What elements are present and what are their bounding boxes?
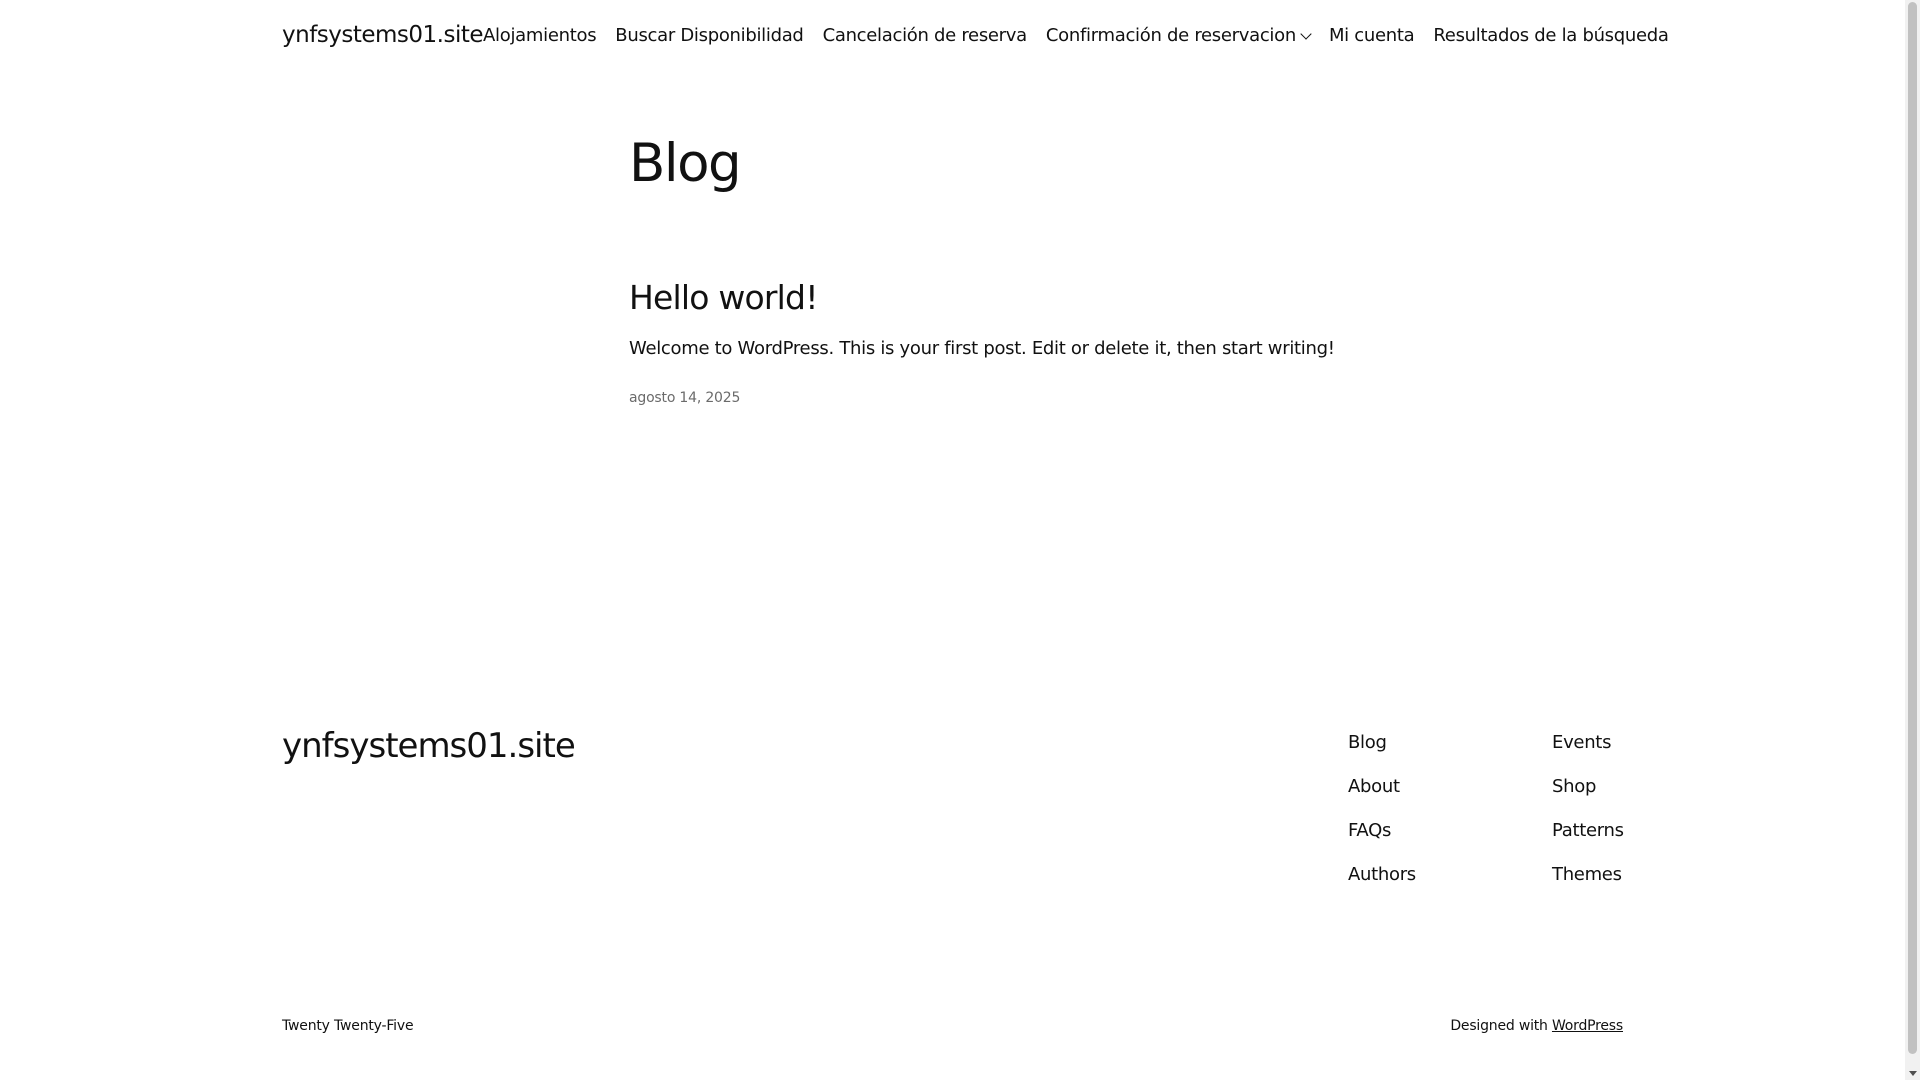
chevron-down-icon[interactable] [1300, 27, 1312, 40]
post-date: agosto 14, 2025 [629, 389, 741, 406]
nav-item-label: Resultados de la búsqueda [1433, 24, 1669, 46]
footer-bottom-bar: Twenty Twenty-Five Designed with WordPre… [282, 1018, 1623, 1034]
nav-item-resultados-de-la-busqueda[interactable]: Resultados de la búsqueda [1433, 24, 1669, 46]
theme-name: Twenty Twenty-Five [282, 1018, 414, 1034]
wordpress-credit-link[interactable]: WordPress [1552, 1018, 1623, 1034]
site-header: ynfsystems01.site Alojamientos Buscar Di… [282, 0, 1669, 70]
footer-nav-column-1: Blog About FAQs Authors [1348, 730, 1416, 906]
nav-item-label: Confirmación de reservacion [1045, 24, 1296, 46]
scroll-down-arrow-icon[interactable] [1909, 1071, 1917, 1076]
nav-item-label: Alojamientos [483, 24, 597, 46]
footer-link-authors[interactable]: Authors [1348, 862, 1416, 906]
footer-link-shop[interactable]: Shop [1552, 774, 1624, 818]
page-title: Blog [629, 133, 742, 194]
nav-item-mi-cuenta[interactable]: Mi cuenta [1328, 24, 1415, 46]
credit-prefix: Designed with [1450, 1018, 1552, 1034]
footer-link-patterns[interactable]: Patterns [1552, 818, 1624, 862]
nav-item-buscar-disponibilidad[interactable]: Buscar Disponibilidad [615, 24, 804, 46]
footer-link-blog[interactable]: Blog [1348, 730, 1416, 774]
page: ynfsystems01.site Alojamientos Buscar Di… [0, 0, 1905, 1080]
footer-credit: Designed with WordPress [1450, 1018, 1623, 1034]
site-title-link[interactable]: ynfsystems01.site [282, 22, 484, 48]
post-excerpt: Welcome to WordPress. This is your first… [629, 337, 1335, 359]
footer-link-about[interactable]: About [1348, 774, 1416, 818]
post-item: Hello world! Welcome to WordPress. This … [629, 278, 1335, 406]
nav-item-alojamientos[interactable]: Alojamientos [483, 24, 597, 46]
nav-item-cancelacion-de-reserva[interactable]: Cancelación de reserva [822, 24, 1028, 46]
nav-item-label: Cancelación de reserva [822, 24, 1028, 46]
post-title-link[interactable]: Hello world! [629, 278, 1329, 318]
nav-item-confirmacion-de-reservacion[interactable]: Confirmación de reservacion [1045, 24, 1312, 46]
nav-item-label: Mi cuenta [1328, 24, 1415, 46]
scrollbar-thumb[interactable] [1908, 2, 1917, 1054]
footer-link-events[interactable]: Events [1552, 730, 1624, 774]
footer-nav-column-2: Events Shop Patterns Themes [1552, 730, 1624, 906]
footer-link-themes[interactable]: Themes [1552, 862, 1624, 906]
footer-link-faqs[interactable]: FAQs [1348, 818, 1416, 862]
footer-site-title-link[interactable]: ynfsystems01.site [282, 726, 576, 767]
vertical-scrollbar[interactable] [1905, 0, 1920, 1080]
nav-item-label: Buscar Disponibilidad [615, 24, 804, 46]
main-navigation: Alojamientos Buscar Disponibilidad Cance… [483, 25, 1669, 46]
